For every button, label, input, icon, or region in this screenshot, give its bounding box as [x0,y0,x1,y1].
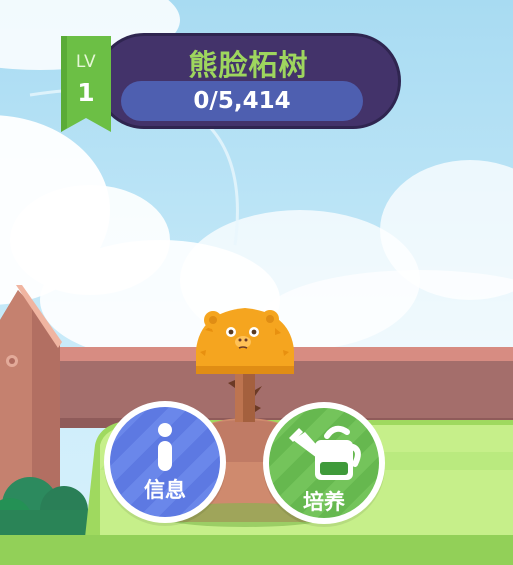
watering-can-icon [289,425,361,480]
cultivate-button[interactable]: 培养 [263,402,385,524]
cultivate-button-label: 培养 [303,490,345,514]
info-icon [158,423,172,471]
plant-title-panel: 熊脸柘树 0/5,414 [96,33,401,129]
level-prefix: LV [75,52,97,72]
plant-name: 熊脸柘树 [188,48,309,82]
growth-progress-bar: 0/5,414 [121,81,363,121]
info-button-label: 信息 [144,478,186,502]
level-badge: LV 1 [61,36,111,132]
growth-progress-text: 0/5,414 [193,88,291,114]
game-scene: 熊脸柘树 0/5,414 LV 1 信息 培养 [0,0,513,565]
info-button[interactable]: 信息 [104,401,226,523]
level-number: 1 [77,78,95,107]
